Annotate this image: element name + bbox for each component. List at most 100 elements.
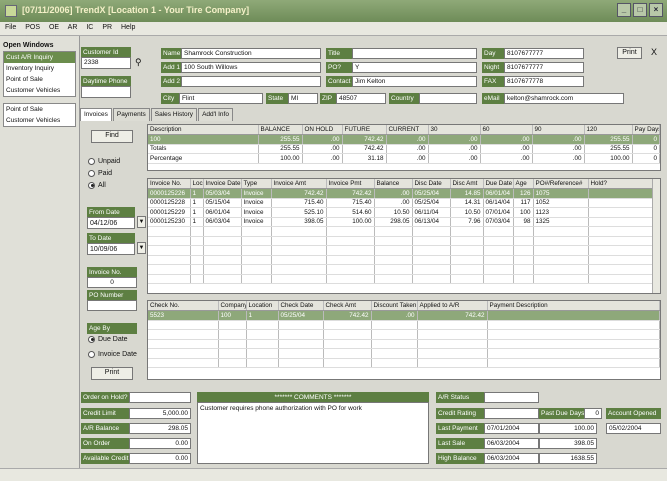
menu-pr[interactable]: PR <box>102 24 112 31</box>
invoice-cell: 514.60 <box>326 207 375 218</box>
minimize-icon[interactable]: _ <box>617 3 631 17</box>
payment-header[interactable]: Check Date <box>278 301 324 311</box>
invoice-header[interactable]: Type <box>241 179 272 189</box>
aging-cell: 742.42 <box>342 134 387 145</box>
add2-field[interactable] <box>181 76 321 87</box>
menu-ic[interactable]: IC <box>86 24 93 31</box>
payment-header[interactable]: Discount Taken <box>371 301 418 311</box>
invoice-date-radio[interactable]: Invoice Date <box>88 349 137 359</box>
state-field[interactable]: MI <box>288 93 318 104</box>
unpaid-radio[interactable]: Unpaid <box>88 156 120 166</box>
open-window-item[interactable]: Inventory Inquiry <box>4 63 75 74</box>
calendar-dropdown-icon[interactable]: ▼ <box>137 216 146 228</box>
open-window-item[interactable]: Point of Sale <box>4 104 75 115</box>
tab-sales-history[interactable]: Sales History <box>150 108 198 121</box>
invoice-header[interactable]: Loc <box>190 179 204 189</box>
all-radio[interactable]: All <box>88 180 120 190</box>
aging-header[interactable]: Pay Days <box>632 125 660 135</box>
invoice-header[interactable]: Balance <box>374 179 413 189</box>
aging-header[interactable]: Description <box>148 125 259 135</box>
aging-header[interactable]: 90 <box>532 125 585 135</box>
paid-radio[interactable]: Paid <box>88 168 120 178</box>
print-list-button[interactable]: Print <box>91 367 133 380</box>
menu-ar[interactable]: AR <box>68 24 78 31</box>
close-icon[interactable]: X <box>651 47 657 57</box>
payment-header[interactable]: Applied to A/R <box>417 301 488 311</box>
due-date-radio[interactable]: Due Date <box>88 334 137 344</box>
invoice-header[interactable]: Invoice No. <box>148 179 191 189</box>
po-number-field[interactable] <box>87 300 137 311</box>
payment-header[interactable]: Check No. <box>148 301 219 311</box>
aging-header[interactable]: CURRENT <box>386 125 429 135</box>
payment-header[interactable]: Payment Description <box>487 301 660 311</box>
invoice-no-field[interactable]: 0 <box>87 277 137 288</box>
payment-row[interactable]: 5523 100 1 05/25/04 742.42.00 742.42 <box>148 310 660 321</box>
close-window-icon[interactable]: × <box>649 3 663 17</box>
contact-field[interactable]: Jim Kelton <box>352 76 477 87</box>
aging-row[interactable]: Totals 255.55.00 742.42.00.00.00.00 255.55 0 <box>148 144 660 154</box>
payment-header[interactable]: Company <box>218 301 247 311</box>
menu-file[interactable]: File <box>5 24 16 31</box>
add1-field[interactable]: 100 South Willows <box>181 62 321 73</box>
tab-addl-info[interactable]: Add'l Info <box>198 108 233 121</box>
invoice-header[interactable]: Age <box>513 179 534 189</box>
aging-header[interactable]: 120 <box>584 125 633 135</box>
title-field[interactable] <box>352 48 477 59</box>
comments-field[interactable]: Customer requires phone authorization wi… <box>197 402 429 464</box>
invoice-header[interactable]: Invoice Pmt <box>326 179 375 189</box>
aging-header[interactable]: 60 <box>480 125 533 135</box>
tab-payments[interactable]: Payments <box>112 108 150 121</box>
menu-oe[interactable]: OE <box>49 24 59 31</box>
invoice-header[interactable]: Invoice Date <box>203 179 242 189</box>
invoice-cell: 10.50 <box>374 207 413 218</box>
name-field[interactable]: Shamrock Construction <box>181 48 321 59</box>
fax-field[interactable]: 8107677778 <box>504 76 584 87</box>
aging-row[interactable]: 100 255.55.00 742.42.00.00.00.00 255.55 0 <box>148 134 660 145</box>
night-phone-field[interactable]: 8107677777 <box>504 62 584 73</box>
invoice-header[interactable]: Invoice Amt <box>271 179 327 189</box>
invoice-row[interactable]: 0000125228 1 05/15/04 Invoice 715.40 715.40.0… <box>148 198 660 208</box>
aging-row[interactable]: Percentage 100.00.00 31.18.00.00.00.00 100.… <box>148 153 660 164</box>
contact-label: Contact <box>326 76 352 87</box>
open-window-item[interactable]: Customer Vehicles <box>4 85 75 96</box>
invoice-header[interactable]: Hold? <box>588 179 660 189</box>
open-window-item[interactable]: Point of Sale <box>4 74 75 85</box>
daytime-phone-field[interactable] <box>81 86 131 98</box>
invoice-row[interactable]: 0000125226 1 05/03/04 Invoice 742.42 742.42.0… <box>148 188 660 199</box>
aging-header[interactable]: FUTURE <box>342 125 387 135</box>
menu-pos[interactable]: POS <box>25 24 40 31</box>
invoices-scrollbar[interactable] <box>652 179 660 293</box>
calendar-dropdown-icon[interactable]: ▼ <box>137 242 146 254</box>
menu-help[interactable]: Help <box>121 24 135 31</box>
aging-header[interactable]: BALANCE <box>258 125 303 135</box>
maximize-icon[interactable]: □ <box>633 3 647 17</box>
invoice-row[interactable]: 0000125229 1 06/01/04 Invoice 525.10 514.60 10… <box>148 207 660 218</box>
zip-field[interactable]: 48507 <box>336 93 386 104</box>
po-label: PO? <box>326 62 352 73</box>
from-date-field[interactable]: 04/12/06 <box>87 217 135 229</box>
city-field[interactable]: Flint <box>179 93 263 104</box>
open-window-item[interactable]: Cust A/R Inquiry <box>4 52 75 63</box>
print-button[interactable]: Print <box>617 47 642 59</box>
aging-header[interactable]: ON HOLD <box>302 125 343 135</box>
country-field[interactable] <box>419 93 477 104</box>
payment-header[interactable]: Check Amt <box>323 301 372 311</box>
aging-cell: 255.55 <box>258 134 303 145</box>
invoice-header[interactable]: Disc Date <box>412 179 451 189</box>
to-date-field[interactable]: 10/09/06 <box>87 243 135 255</box>
day-phone-field[interactable]: 8107677777 <box>504 48 584 59</box>
find-button[interactable]: Find <box>91 130 133 143</box>
invoice-header[interactable]: Due Date <box>483 179 514 189</box>
invoice-row[interactable]: 0000125230 1 06/03/04 Invoice 398.05 100.00 29… <box>148 217 660 227</box>
binoculars-icon[interactable]: ⚲ <box>135 57 142 68</box>
tab-invoices[interactable]: Invoices <box>80 108 112 121</box>
email-label: eMail <box>482 93 504 104</box>
customer-id-field[interactable]: 2338 <box>81 57 131 69</box>
aging-header[interactable]: 30 <box>428 125 481 135</box>
open-window-item[interactable]: Customer Vehicles <box>4 115 75 126</box>
invoice-header[interactable]: PO#/Reference# <box>533 179 589 189</box>
invoice-header[interactable]: Disc Amt <box>450 179 484 189</box>
payment-header[interactable]: Location <box>246 301 279 311</box>
po-field[interactable]: Y <box>352 62 477 73</box>
email-field[interactable]: kelton@shamrock.com <box>504 93 624 104</box>
